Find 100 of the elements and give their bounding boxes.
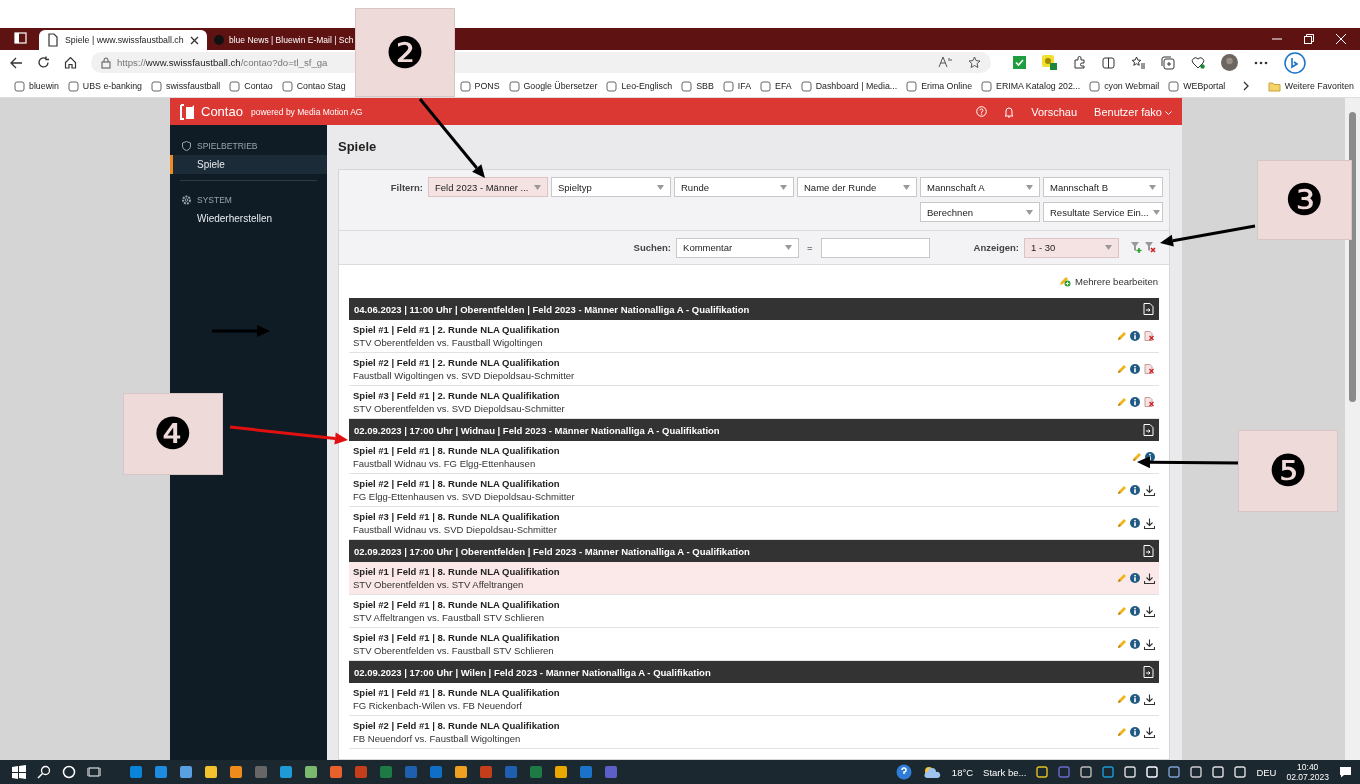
bell-icon[interactable] [1004, 105, 1015, 118]
chevron-icon[interactable] [1242, 81, 1250, 91]
close-icon[interactable] [190, 35, 199, 45]
heart-icon[interactable] [1191, 56, 1205, 69]
favorites-icon[interactable] [1131, 56, 1145, 69]
header-link[interactable]: Vorschau [1031, 105, 1078, 118]
export-icon[interactable] [1143, 545, 1154, 557]
bookmark[interactable]: ERIMA Katalog 202... [981, 80, 1081, 92]
app-icon[interactable] [304, 765, 318, 779]
info-icon[interactable] [1130, 364, 1140, 374]
info-icon[interactable] [1130, 727, 1140, 737]
app-icon[interactable] [204, 765, 218, 779]
search-field-select[interactable]: Kommentar [676, 237, 800, 258]
filter-select[interactable]: Runde [674, 177, 794, 197]
tray-icon[interactable] [1036, 766, 1049, 778]
edit-multiple-link[interactable]: Mehrere bearbeiten [1075, 275, 1158, 287]
export-icon[interactable] [1143, 424, 1154, 436]
restore-icon[interactable] [1304, 34, 1314, 44]
bookmark[interactable]: WEBportal [1168, 80, 1226, 92]
download-icon[interactable] [1144, 638, 1155, 650]
limit-select[interactable]: 1 - 30 [1024, 237, 1119, 258]
bookmark[interactable]: PONS [459, 80, 500, 92]
bookmark[interactable]: IFA [722, 80, 752, 92]
windows-logo-icon[interactable] [12, 765, 26, 779]
star-icon[interactable] [968, 56, 981, 69]
pencil-icon[interactable] [1132, 452, 1141, 462]
sidebar-item[interactable]: Spiele [170, 155, 327, 174]
filter-select[interactable]: Mannschaft B [1043, 177, 1163, 197]
bookmark[interactable]: cyon Webmail [1089, 80, 1160, 92]
browser-tab[interactable]: blue News | Bluewin E-Mail | Sch [209, 30, 358, 50]
download-icon[interactable] [1144, 726, 1155, 738]
app-icon[interactable] [129, 765, 143, 779]
read-aloud-icon[interactable] [938, 56, 952, 68]
download-icon[interactable] [1144, 693, 1155, 705]
app-icon[interactable] [279, 765, 293, 779]
filter-select[interactable]: Berechnen [920, 202, 1040, 222]
avatar-icon[interactable] [1221, 54, 1238, 71]
bookmark[interactable]: Contao [229, 80, 273, 92]
puzzle-icon[interactable] [1073, 56, 1086, 69]
info-icon[interactable] [1130, 485, 1140, 495]
filter-remove-icon[interactable] [1145, 242, 1156, 253]
tray-icon[interactable] [1080, 766, 1093, 778]
export-icon[interactable] [1143, 303, 1154, 315]
info-icon[interactable] [1130, 606, 1140, 616]
bookmark[interactable]: Leo-Englisch [606, 80, 673, 92]
bookmark[interactable]: Contao Stag [281, 80, 346, 92]
game-row[interactable]: Spiel #1 | Feld #1 | 8. Runde NLA Qualifikation STV Oberentfelden vs. STV Affeltrangen [349, 562, 1159, 595]
language-indicator[interactable]: DEU [1256, 766, 1277, 778]
tab-actions-icon[interactable] [14, 31, 27, 44]
help-icon[interactable] [895, 764, 912, 780]
circle-icon[interactable] [62, 765, 76, 779]
notification-icon[interactable] [1339, 766, 1352, 778]
game-row[interactable]: Spiel #1 | Feld #1 | 8. Runde NLA Qualifikation Faustball Widnau vs. FG Elgg-Ettenhausen [349, 441, 1159, 474]
clock[interactable]: 10:40 02.07.2023 [1286, 762, 1329, 782]
header-link[interactable]: Benutzer fako [1094, 105, 1172, 118]
game-row[interactable]: Spiel #2 | Feld #1 | 8. Runde NLA Qualifikation STV Affeltrangen vs. Faustball STV Schlieren [349, 595, 1159, 628]
document-delete-icon[interactable] [1144, 397, 1155, 407]
document-delete-icon[interactable] [1144, 331, 1155, 341]
info-icon[interactable] [1130, 639, 1140, 649]
back-icon[interactable] [10, 56, 23, 69]
app-icon[interactable] [154, 765, 168, 779]
bookmark[interactable]: Dashboard | Media... [800, 80, 898, 92]
app-icon[interactable] [229, 765, 243, 779]
chat-bubble-icon[interactable] [1284, 51, 1306, 74]
game-row[interactable]: Spiel #2 | Feld #1 | 2. Runde NLA Qualifikation Faustball Wigoltingen vs. SVD Diepoldsau-Schmitter [349, 353, 1159, 386]
bookmark[interactable]: Google Übersetzer [508, 80, 598, 92]
extension-badge-icon[interactable] [1042, 55, 1057, 70]
bookmark[interactable]: bluewin [14, 80, 59, 92]
app-icon[interactable] [329, 765, 343, 779]
filter-select[interactable]: Spieltyp [551, 177, 671, 197]
app-icon[interactable] [179, 765, 193, 779]
filter-select[interactable]: Mannschaft A [920, 177, 1040, 197]
reload-icon[interactable] [37, 56, 50, 69]
bookmark[interactable]: Erima Online [906, 80, 973, 92]
filter-select[interactable]: Name der Runde [797, 177, 917, 197]
info-icon[interactable] [1130, 694, 1140, 704]
checkmark-extension-icon[interactable] [1013, 56, 1026, 69]
info-icon[interactable] [1130, 331, 1140, 341]
download-icon[interactable] [1144, 605, 1155, 617]
collections-icon[interactable] [1161, 55, 1175, 70]
app-icon[interactable] [454, 765, 468, 779]
game-row[interactable]: Spiel #1 | Feld #1 | 2. Runde NLA Qualifikation STV Oberentfelden vs. Faustball Wigoltingen [349, 320, 1159, 353]
more-icon[interactable] [1254, 60, 1268, 65]
app-icon[interactable] [554, 765, 568, 779]
home-icon[interactable] [64, 56, 77, 69]
bookmark-folder[interactable]: Weitere Favoriten [1267, 80, 1354, 92]
tray-icon[interactable] [1190, 766, 1203, 778]
game-row[interactable]: Spiel #2 | Feld #1 | 8. Runde NLA Qualifikation FG Elgg-Ettenhausen vs. SVD Diepoldsau-Schmitter [349, 474, 1159, 507]
search-icon[interactable] [37, 765, 51, 779]
browser-tab[interactable]: Spiele | www.swissfaustball.ch [39, 30, 207, 50]
scrollbar[interactable] [1345, 98, 1360, 760]
game-row[interactable]: Spiel #1 | Feld #1 | 8. Runde NLA Qualifikation FG Rickenbach-Wilen vs. FB Neuendorf [349, 683, 1159, 716]
search-input[interactable] [820, 237, 930, 258]
bookmark[interactable]: UBS e-banking [67, 80, 142, 92]
filter-add-icon[interactable] [1131, 242, 1142, 253]
sidebar-item[interactable]: Wiederherstellen [170, 209, 327, 228]
download-icon[interactable] [1144, 572, 1155, 584]
bookmark[interactable]: EFA [760, 80, 792, 92]
task-view-icon[interactable] [87, 765, 101, 779]
bookmark[interactable]: SBB [681, 80, 714, 92]
